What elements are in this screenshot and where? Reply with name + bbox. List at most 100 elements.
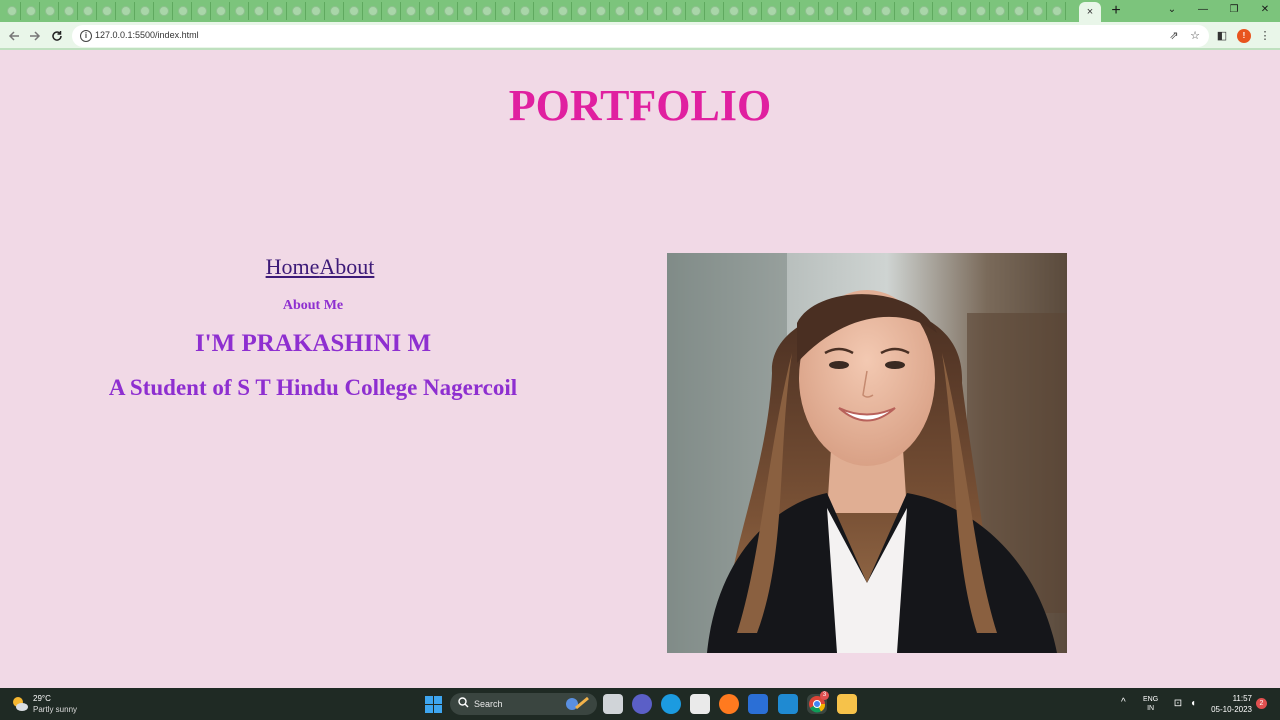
browser-tab[interactable] [2,2,21,20]
browser-tab[interactable] [572,2,591,20]
browser-tab[interactable] [382,2,401,20]
task-view-icon[interactable] [603,694,623,714]
browser-tab[interactable] [857,2,876,20]
browser-tab[interactable] [629,2,648,20]
back-button[interactable] [5,27,23,45]
chrome-menu-icon[interactable]: ⋮ [1256,27,1274,45]
profile-avatar[interactable]: ! [1237,29,1251,43]
clock-time[interactable]: 11:57 [1200,694,1252,703]
clock-date[interactable]: 05-10-2023 [1200,705,1252,714]
site-info-icon[interactable]: i [80,30,92,42]
browser-tab[interactable] [230,2,249,20]
browser-tab[interactable] [135,2,154,20]
browser-tab[interactable] [363,2,382,20]
browser-tab[interactable] [116,2,135,20]
vscode-icon[interactable] [778,694,798,714]
browser-tab[interactable] [325,2,344,20]
browser-tab[interactable] [344,2,363,20]
browser-tab[interactable] [914,2,933,20]
microsoft-store-icon[interactable] [690,694,710,714]
browser-tab[interactable] [192,2,211,20]
browser-tab[interactable] [78,2,97,20]
edge-icon[interactable] [661,694,681,714]
reload-button[interactable] [48,27,66,45]
side-panel-icon[interactable]: ◧ [1213,27,1231,45]
browser-tab[interactable] [401,2,420,20]
browser-tab[interactable] [952,2,971,20]
address-bar[interactable]: i 127.0.0.1:5500/index.html ⇗ ☆ [72,25,1209,47]
browser-tab[interactable] [800,2,819,20]
weather-desc[interactable]: Partly sunny [33,705,77,714]
notification-badge[interactable]: 2 [1256,698,1267,709]
browser-tab[interactable] [553,2,572,20]
browser-tab[interactable] [59,2,78,20]
browser-tab[interactable] [667,2,686,20]
browser-tab[interactable] [743,2,762,20]
browser-tab[interactable] [458,2,477,20]
browser-tab[interactable] [971,2,990,20]
tab-favicon-icon [1052,6,1062,16]
browser-tab[interactable] [154,2,173,20]
file-explorer-icon[interactable] [837,694,857,714]
browser-tab[interactable] [40,2,59,20]
browser-tab[interactable] [610,2,629,20]
browser-tab[interactable] [173,2,192,20]
volume-icon[interactable]: ◖ [1187,698,1199,710]
browser-tab[interactable] [933,2,952,20]
browser-tab[interactable] [1009,2,1028,20]
browser-tab[interactable] [420,2,439,20]
browser-tab[interactable] [1028,2,1047,20]
browser-tab[interactable] [287,2,306,20]
start-button[interactable] [425,696,442,713]
browser-tab[interactable] [211,2,230,20]
browser-tab[interactable] [477,2,496,20]
bookmark-star-icon[interactable]: ☆ [1187,28,1203,44]
notepad-icon[interactable] [748,694,768,714]
nav-link-home[interactable]: Home [266,254,320,279]
browser-tab[interactable] [306,2,325,20]
browser-tab[interactable] [895,2,914,20]
windows-logo-icon [434,696,442,704]
browser-tab[interactable] [534,2,553,20]
browser-tab[interactable] [762,2,781,20]
browser-tab[interactable] [97,2,116,20]
tab-favicon-icon [539,6,549,16]
forward-button[interactable] [26,27,44,45]
browser-tab[interactable] [686,2,705,20]
minimize-button[interactable]: — [1192,2,1214,18]
close-window-button[interactable]: ✕ [1254,2,1276,18]
teams-chat-icon[interactable] [632,694,652,714]
taskbar-search[interactable]: Search [450,693,597,715]
new-tab-button[interactable]: + [1107,2,1125,20]
browser-tab[interactable] [648,2,667,20]
maximize-button[interactable]: ❐ [1223,2,1245,18]
browser-tab[interactable] [838,2,857,20]
weather-temp[interactable]: 29°C [33,694,51,703]
browser-tab[interactable] [705,2,724,20]
tray-overflow-chevron-icon[interactable]: ^ [1121,697,1126,708]
active-tab[interactable]: × [1079,2,1101,22]
browser-tab[interactable] [591,2,610,20]
weather-partly-sunny-icon[interactable] [11,695,29,713]
browser-tab[interactable] [21,2,40,20]
browser-tab[interactable] [515,2,534,20]
url-text[interactable]: 127.0.0.1:5500/index.html [95,30,199,40]
browser-tab[interactable] [781,2,800,20]
browser-tab[interactable] [990,2,1009,20]
browser-tab[interactable] [439,2,458,20]
language-indicator[interactable]: ENG IN [1143,695,1158,713]
browser-tab[interactable] [496,2,515,20]
nav-link-about[interactable]: About [319,254,374,279]
network-icon[interactable]: ⊡ [1172,698,1184,710]
tab-close-icon[interactable]: × [1087,6,1093,18]
browser-tab[interactable] [876,2,895,20]
firefox-icon[interactable] [719,694,739,714]
chrome-icon[interactable]: 3 [807,691,829,714]
browser-tab[interactable] [819,2,838,20]
browser-tab[interactable] [268,2,287,20]
browser-tab[interactable] [249,2,268,20]
browser-tab[interactable] [1047,2,1066,20]
tab-search-button[interactable]: ⌄ [1161,2,1183,18]
share-icon[interactable]: ⇗ [1166,28,1182,44]
browser-tab[interactable] [724,2,743,20]
